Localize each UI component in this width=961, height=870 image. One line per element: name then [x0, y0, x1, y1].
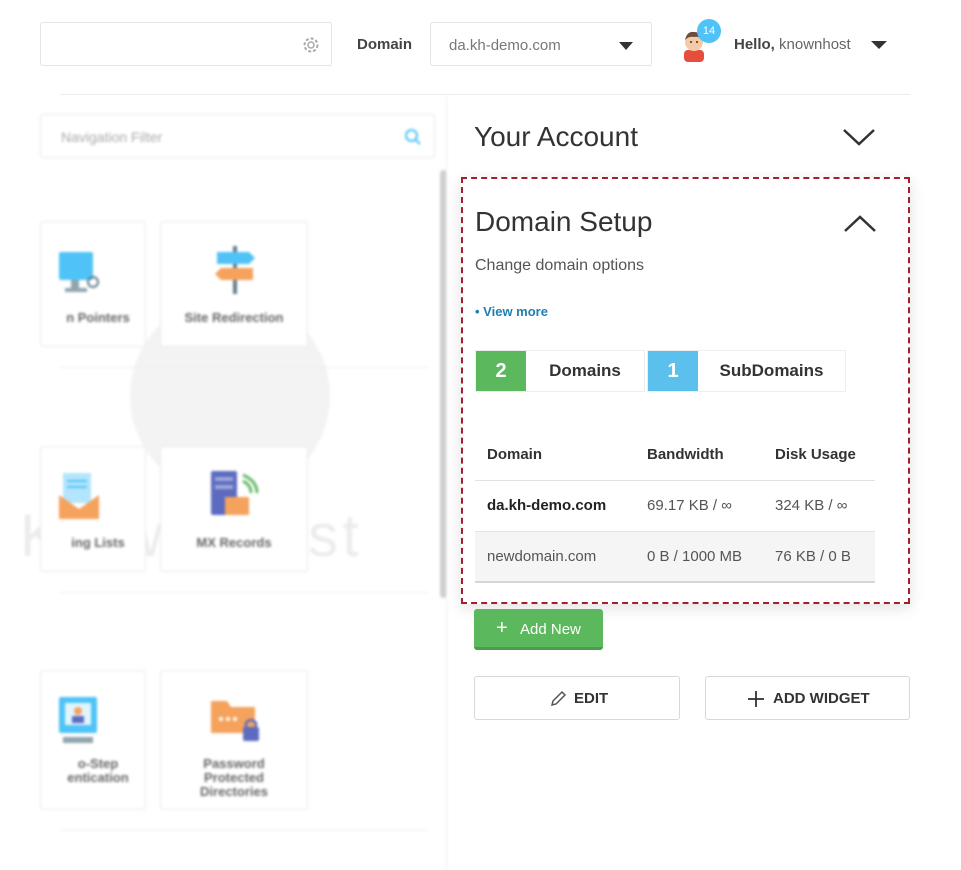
- card-mx-records[interactable]: MX Records: [160, 446, 308, 572]
- chevron-up-icon[interactable]: [843, 214, 877, 234]
- card-label-line: Protected: [204, 770, 264, 785]
- card-label-line: entication: [67, 770, 129, 785]
- pencil-icon: [550, 690, 567, 707]
- card-label: o-Step entication: [51, 757, 145, 785]
- your-account-title[interactable]: Your Account: [474, 121, 638, 153]
- bandwidth-cell: 0 B / 1000 MB: [635, 531, 763, 583]
- table-row[interactable]: da.kh-demo.com 69.17 KB / ∞ 324 KB / ∞: [475, 480, 875, 532]
- subdomains-count: 1: [648, 351, 698, 391]
- signpost-icon: [215, 246, 255, 294]
- column-header-disk-usage: Disk Usage: [763, 429, 875, 481]
- subdomains-label: SubDomains: [719, 361, 824, 380]
- disk-usage-cell: 324 KB / ∞: [763, 480, 875, 532]
- domain-cell[interactable]: da.kh-demo.com: [475, 480, 635, 532]
- domain-select-value: da.kh-demo.com: [449, 37, 561, 54]
- column-header-domain: Domain: [475, 429, 635, 481]
- mail-list-icon: [59, 473, 99, 519]
- locked-folder-icon: [211, 701, 259, 741]
- domains-table: Domain Bandwidth Disk Usage da.kh-demo.c…: [475, 429, 875, 583]
- card-label: n Pointers: [66, 310, 130, 325]
- caret-down-icon: [619, 42, 633, 50]
- domains-label: Domains: [549, 361, 621, 380]
- chevron-down-icon[interactable]: [842, 127, 876, 147]
- domain-label: Domain: [357, 36, 413, 53]
- disk-usage-cell: 76 KB / 0 B: [763, 531, 875, 583]
- card-label: Password Protected Directories: [161, 757, 307, 799]
- search-icon[interactable]: [404, 128, 422, 146]
- add-new-button[interactable]: + Add New: [474, 609, 603, 650]
- domains-count: 2: [476, 351, 526, 391]
- card-label-line: o-Step: [77, 756, 119, 771]
- domain-setup-title: Domain Setup: [475, 206, 653, 237]
- card-two-step-authentication[interactable]: o-Step entication: [40, 670, 146, 810]
- two-step-auth-icon: [59, 697, 97, 743]
- panel-divider: [446, 96, 447, 870]
- card-label-line: Directories: [200, 784, 268, 799]
- add-widget-label: ADD WIDGET: [773, 690, 870, 707]
- card-label-line: Password: [203, 756, 265, 771]
- section-divider: [60, 830, 428, 831]
- card-label: ing Lists: [71, 535, 125, 550]
- add-widget-button[interactable]: ADD WIDGET: [705, 676, 910, 720]
- mail-server-icon: [211, 471, 259, 515]
- edit-label: EDIT: [574, 690, 609, 707]
- card-site-redirection[interactable]: Site Redirection: [160, 221, 308, 347]
- card-password-protected-directories[interactable]: Password Protected Directories: [160, 670, 308, 810]
- domain-setup-widget: Domain Setup Change domain options • Vie…: [461, 177, 910, 604]
- top-search-box[interactable]: [40, 22, 332, 66]
- header-divider: [60, 94, 910, 95]
- edit-button[interactable]: EDIT: [474, 676, 680, 720]
- user-menu-caret-icon[interactable]: [871, 41, 887, 49]
- card-label: Site Redirection: [184, 310, 284, 325]
- gear-icon[interactable]: [301, 35, 321, 55]
- domain-cell[interactable]: newdomain.com: [475, 531, 635, 583]
- subdomains-stat[interactable]: 1 SubDomains: [647, 350, 846, 392]
- column-header-bandwidth: Bandwidth: [635, 429, 763, 481]
- greeting-text: Hello,: [734, 36, 775, 53]
- view-more-link[interactable]: • View more: [475, 304, 548, 319]
- bandwidth-cell: 69.17 KB / ∞: [635, 480, 763, 532]
- card-domain-pointers[interactable]: n Pointers: [40, 221, 146, 347]
- navigation-filter-placeholder: Navigation Filter: [61, 129, 163, 145]
- table-row[interactable]: newdomain.com 0 B / 1000 MB 76 KB / 0 B: [475, 531, 875, 583]
- card-label: MX Records: [196, 535, 272, 550]
- domain-select[interactable]: da.kh-demo.com: [430, 22, 652, 66]
- plus-icon: [748, 691, 764, 707]
- navigation-filter-input[interactable]: Navigation Filter: [40, 114, 435, 158]
- username: knownhost: [779, 36, 851, 53]
- left-navigation-panel: Navigation Filter KnownHost n Pointers S…: [0, 96, 447, 870]
- domains-stat[interactable]: 2 Domains: [475, 350, 645, 392]
- user-greeting[interactable]: Hello, knownhost: [734, 36, 851, 53]
- section-divider: [60, 367, 428, 368]
- notification-badge[interactable]: 14: [697, 19, 721, 43]
- section-divider: [60, 592, 428, 593]
- domain-setup-subtitle: Change domain options: [475, 257, 645, 274]
- add-new-label: Add New: [520, 621, 581, 638]
- monitor-icon: [59, 252, 99, 292]
- table-header-row: Domain Bandwidth Disk Usage: [475, 429, 875, 481]
- card-mailing-lists[interactable]: ing Lists: [40, 446, 146, 572]
- plus-icon: +: [496, 617, 508, 639]
